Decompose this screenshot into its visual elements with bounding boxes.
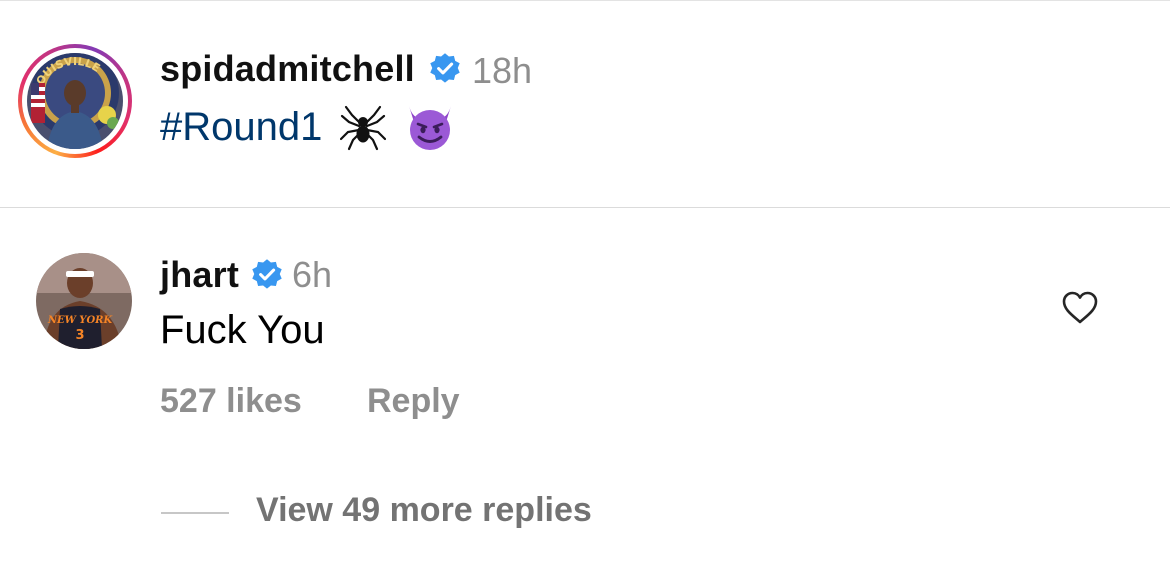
- verified-badge-icon: [252, 259, 282, 289]
- avatar-photo: LOUISVILLE: [27, 53, 123, 149]
- view-more-replies-button[interactable]: View 49 more replies: [256, 491, 592, 530]
- post-timestamp: 18h: [472, 50, 533, 91]
- post-username[interactable]: spidadmitchell: [160, 48, 415, 90]
- like-heart-icon[interactable]: [1060, 288, 1100, 328]
- comment-text: Fuck You: [160, 308, 325, 352]
- commenter-avatar[interactable]: NEW YORK 3: [36, 253, 132, 349]
- jersey-text: NEW YORK: [47, 315, 114, 326]
- reply-button[interactable]: Reply: [367, 382, 460, 421]
- spider-icon: [340, 105, 387, 151]
- jersey-number: 3: [75, 328, 84, 343]
- caption-hashtag[interactable]: #Round1: [160, 105, 322, 150]
- avatar-image: LOUISVILLE: [27, 53, 123, 149]
- smiling-imp-icon: [409, 106, 452, 150]
- post-caption: LOUISVILLE spidadmi: [0, 0, 1170, 207]
- verified-badge-icon: [430, 53, 460, 83]
- comment-timestamp: 6h: [292, 254, 333, 295]
- post-author-avatar[interactable]: LOUISVILLE: [18, 44, 132, 158]
- avatar-image: NEW YORK 3: [36, 253, 132, 349]
- divider: [0, 207, 1170, 208]
- story-ring: LOUISVILLE: [22, 48, 128, 154]
- post-caption-text: #Round1: [160, 102, 456, 152]
- comment-likes-count[interactable]: 527 likes: [160, 382, 302, 421]
- comment-username[interactable]: jhart: [160, 254, 239, 296]
- replies-line: [161, 512, 229, 514]
